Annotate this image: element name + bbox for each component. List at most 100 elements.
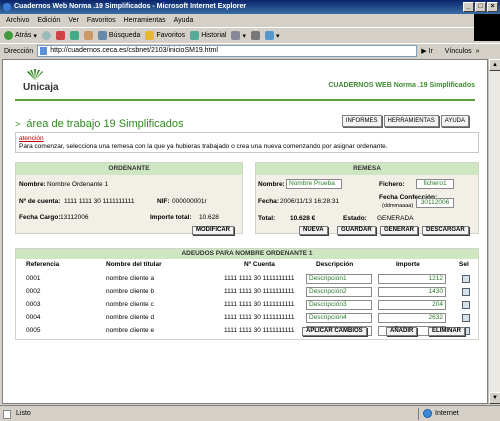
zone-text: Internet (435, 410, 459, 417)
table-row: 0004 nombre cliente d 1111 1111 30 1111111… (16, 312, 478, 324)
descargar-button[interactable]: DESCARGAR (422, 226, 469, 235)
menu-ver[interactable]: Ver (68, 17, 79, 24)
print-button[interactable] (251, 31, 260, 40)
favorites-button[interactable]: Favoritos (145, 31, 185, 40)
history-label: Historial (201, 32, 227, 39)
remesa-title: REMESA (256, 163, 478, 175)
mail-button[interactable]: ▾ (231, 31, 246, 40)
tab-informes[interactable]: INFORMES (341, 115, 382, 127)
search-button[interactable]: Búsqueda (97, 31, 140, 40)
tab-herramientas[interactable]: HERRAMIENTAS (383, 115, 439, 127)
scroll-down-icon[interactable]: ▼ (489, 392, 500, 404)
row-referencia: 0001 (26, 275, 41, 282)
refresh-icon (69, 31, 79, 40)
row-importe-input[interactable]: 1430 (378, 287, 446, 297)
ordenante-fecha-label: Fecha Cargo: (19, 214, 61, 221)
menu-bar: Archivo Edición Ver Favoritos Herramient… (0, 14, 500, 27)
minimize-button[interactable]: _ (463, 2, 474, 12)
row-cuenta: 1111 1111 30 1111111111 (224, 288, 295, 295)
remesa-nombre-input[interactable]: Nombre Prueba (286, 179, 342, 189)
tab-ayuda[interactable]: AYUDA (440, 115, 469, 127)
print-icon (251, 31, 260, 40)
anadir-button[interactable]: AÑADIR (386, 327, 418, 336)
generar-button[interactable]: GENERAR (380, 226, 419, 235)
adeudos-header: Referencia Nombre del titular Nº Cuenta … (16, 261, 478, 270)
menu-edicion[interactable]: Edición (37, 17, 60, 24)
ordenante-title: ORDENANTE (16, 163, 242, 175)
stop-icon (55, 31, 65, 40)
security-zone: Internet (418, 407, 500, 420)
menu-ayuda[interactable]: Ayuda (174, 17, 194, 24)
col-titular: Nombre del titular (106, 261, 162, 268)
ordenante-fecha: 13112006 (60, 214, 89, 221)
links-label[interactable]: Vínculos (445, 48, 472, 55)
address-url: http://cuadernos.ceca.es/csbnet/2103/ini… (50, 47, 218, 54)
remesa-estado: GENERADA (377, 215, 414, 222)
edit-button[interactable]: ▾ (265, 31, 280, 40)
links-chevron-icon[interactable]: » (476, 48, 480, 55)
scroll-up-icon[interactable]: ▲ (489, 59, 500, 71)
history-icon (190, 31, 200, 40)
back-arrow-icon (4, 31, 13, 40)
adeudos-panel: ADEUDOS PARA NOMBRE ORDENANTE 1 Referenc… (15, 248, 479, 340)
guardar-button[interactable]: GUARDAR (337, 226, 376, 235)
ordenante-importe-label: Importe total: (150, 214, 192, 221)
remesa-total: 10.628 € (290, 215, 316, 222)
ie-logo-icon (3, 3, 11, 11)
refresh-button[interactable] (69, 31, 79, 40)
ordenante-importe: 10.628 (199, 214, 219, 221)
remesa-fichero-input[interactable]: fichero1 (416, 179, 454, 189)
area-title: > área de trabajo 19 Simplificados (15, 118, 184, 130)
close-button[interactable]: × (487, 2, 498, 12)
remesa-fecha: 2006/11/13 16:28:31 (280, 198, 340, 205)
status-bar: Listo Internet (0, 405, 500, 421)
home-button[interactable] (83, 31, 93, 40)
remesa-total-label: Total: (258, 215, 276, 222)
nueva-button[interactable]: NUEVA (299, 226, 328, 235)
remesa-fecha-label: Fecha: (258, 198, 279, 205)
window-titlebar: Cuadernos Web Norma .19 Simplificados - … (0, 0, 500, 14)
row-descripcion-input[interactable]: Descripción4 (306, 313, 372, 323)
row-descripcion-input[interactable]: Descripción3 (306, 300, 372, 310)
remesa-fichero-label: Fichero: (379, 181, 405, 188)
remesa-panel: REMESA Nombre: Nombre Prueba Fichero: fi… (255, 162, 479, 235)
modificar-button[interactable]: MODIFICAR (192, 226, 234, 235)
history-button[interactable]: Historial (190, 31, 226, 40)
maximize-button[interactable]: □ (475, 2, 486, 12)
row-importe-input[interactable]: 1212 (378, 274, 446, 284)
row-select-icon[interactable] (462, 301, 470, 309)
address-bar: Dirección http://cuadernos.ceca.es/csbne… (0, 43, 500, 58)
vertical-scrollbar[interactable]: ▲ ▼ (488, 59, 500, 404)
row-select-icon[interactable] (462, 275, 470, 283)
remesa-estado-label: Estado: (343, 215, 367, 222)
row-importe-input[interactable]: 204 (378, 300, 446, 310)
forward-button[interactable] (41, 31, 51, 40)
go-button[interactable]: ▶ Ir (421, 47, 433, 55)
row-select-icon[interactable] (462, 288, 470, 296)
row-select-icon[interactable] (462, 314, 470, 322)
row-referencia: 0003 (26, 301, 41, 308)
forward-arrow-icon (41, 31, 51, 40)
aplicar-cambios-button[interactable]: APLICAR CAMBIOS (302, 327, 367, 336)
menu-favoritos[interactable]: Favoritos (87, 17, 116, 24)
page-icon (40, 47, 48, 55)
eliminar-button[interactable]: ELIMINAR (428, 327, 465, 336)
page-header: Unicaja CUADERNOS WEB Norma .19 Simplifi… (15, 68, 475, 98)
address-input[interactable]: http://cuadernos.ceca.es/csbnet/2103/ini… (37, 45, 418, 57)
row-cuenta: 1111 1111 30 1111111111 (224, 301, 295, 308)
remesa-confeccion-input[interactable]: 30112006 (416, 198, 454, 208)
back-button[interactable]: Atrás ▾ (4, 31, 37, 40)
col-descripcion: Descripción (316, 261, 354, 268)
stop-button[interactable] (55, 31, 65, 40)
row-descripcion-input[interactable]: Descripción2 (306, 287, 372, 297)
toolbar: Atrás ▾ Búsqueda Favoritos Historial ▾ ▾ (0, 27, 474, 43)
row-titular: nombre cliente e (106, 327, 155, 334)
menu-archivo[interactable]: Archivo (6, 17, 29, 24)
menu-herramientas[interactable]: Herramientas (124, 17, 166, 24)
row-importe-input[interactable]: 2632 (378, 313, 446, 323)
row-cuenta: 1111 1111 30 1111111111 (224, 327, 295, 334)
windows-flag-icon (474, 14, 500, 41)
alert-label: atención (19, 135, 44, 142)
app-title: CUADERNOS WEB Norma .19 Simplificados (328, 82, 475, 89)
row-descripcion-input[interactable]: Descripción1 (306, 274, 372, 284)
